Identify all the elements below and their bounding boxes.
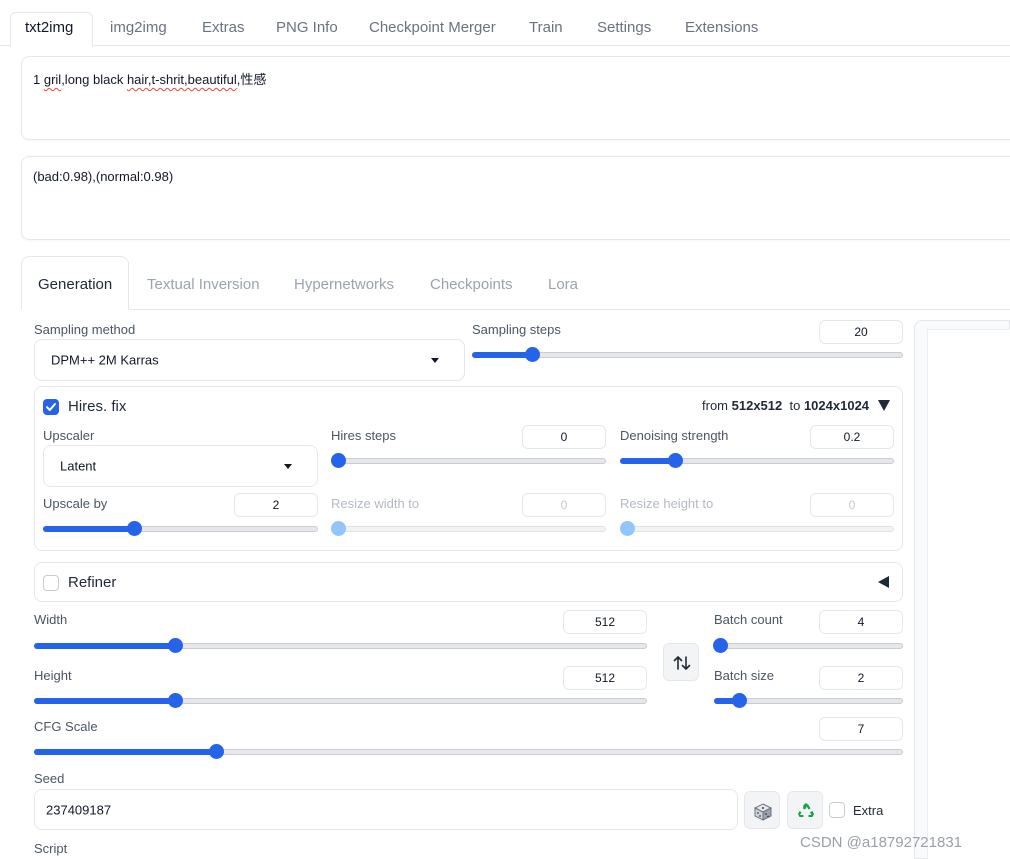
tab-settings[interactable]: Settings — [597, 19, 651, 36]
check-icon — [46, 403, 56, 411]
refiner-checkbox[interactable] — [43, 575, 59, 591]
output-gallery — [927, 329, 1010, 859]
prompt-textarea[interactable]: 1 gril,long black hair,t-shrit,beautiful… — [21, 56, 1010, 140]
script-label: Script — [34, 841, 68, 856]
upscale-by-input[interactable]: 2 — [234, 493, 318, 517]
swap-dimensions-button[interactable] — [663, 643, 699, 681]
resize-height-label: Resize height to — [620, 496, 714, 511]
tab-checkpoint-merger[interactable]: Checkpoint Merger — [369, 19, 496, 36]
batch-count-slider[interactable] — [712, 638, 903, 654]
cfg-scale-label: CFG Scale — [34, 719, 98, 734]
slider-thumb[interactable] — [167, 638, 183, 653]
batch-size-slider[interactable] — [714, 693, 903, 709]
resize-width-slider[interactable] — [331, 521, 606, 537]
tab-txt2img[interactable]: txt2img — [25, 19, 73, 36]
refiner-label: Refiner — [68, 574, 117, 591]
resize-height-slider[interactable] — [620, 521, 894, 537]
negative-prompt-text: (bad:0.98),(normal:0.98) — [33, 169, 174, 184]
negative-prompt-textarea[interactable]: (bad:0.98),(normal:0.98) — [21, 156, 1010, 240]
slider-thumb[interactable] — [712, 638, 728, 653]
upscaler-label: Upscaler — [43, 428, 95, 443]
height-input[interactable]: 512 — [563, 666, 647, 690]
denoising-strength-label: Denoising strength — [620, 428, 729, 443]
batch-count-input[interactable]: 4 — [819, 610, 903, 634]
sampling-steps-input[interactable]: 20 — [819, 320, 903, 344]
cfg-scale-slider[interactable] — [34, 744, 903, 760]
upscale-by-label: Upscale by — [43, 496, 108, 511]
hires-steps-label: Hires steps — [331, 428, 397, 443]
tab-hypernetworks[interactable]: Hypernetworks — [294, 276, 394, 293]
slider-thumb[interactable] — [209, 744, 225, 759]
hires-resolution-summary: from 512x512 to 1024x1024 — [702, 398, 870, 413]
watermark: CSDN @a18792721831 — [800, 834, 963, 851]
hires-steps-input[interactable]: 0 — [522, 425, 606, 449]
tab-img2img[interactable]: img2img — [110, 19, 167, 36]
tab-textual-inversion[interactable]: Textual Inversion — [147, 276, 260, 293]
prompt-text: 1 gril,long black hair,t-shrit,beautiful… — [33, 72, 267, 87]
extra-seed-label: Extra — [853, 803, 884, 818]
denoising-strength-slider[interactable] — [620, 453, 894, 469]
triangle-left-icon[interactable] — [878, 576, 889, 588]
resize-width-input[interactable]: 0 — [522, 493, 606, 517]
slider-thumb[interactable] — [167, 693, 183, 708]
tab-generation[interactable]: Generation — [38, 276, 112, 293]
extra-seed-checkbox[interactable] — [829, 802, 845, 818]
tab-checkpoints[interactable]: Checkpoints — [430, 276, 513, 293]
tab-extras[interactable]: Extras — [202, 19, 245, 36]
refiner-panel[interactable] — [34, 562, 903, 602]
slider-thumb[interactable] — [731, 693, 747, 708]
output-gallery-panel — [914, 320, 1010, 859]
denoising-strength-input[interactable]: 0.2 — [810, 425, 894, 449]
triangle-down-icon[interactable] — [878, 400, 890, 411]
tab-lora[interactable]: Lora — [548, 276, 578, 293]
caret-down-icon — [284, 464, 292, 469]
sampling-steps-label: Sampling steps — [472, 322, 561, 337]
slider-thumb[interactable] — [331, 453, 346, 468]
reuse-seed-button[interactable] — [787, 791, 823, 829]
gen-tab-bar — [21, 309, 1010, 310]
random-seed-button[interactable] — [744, 791, 780, 829]
hires-fix-label: Hires. fix — [68, 398, 127, 415]
seed-value: 237409187 — [46, 802, 112, 817]
height-label: Height — [34, 668, 72, 683]
hires-steps-slider[interactable] — [331, 453, 606, 469]
cfg-scale-input[interactable]: 7 — [819, 717, 903, 741]
upscale-by-slider[interactable] — [43, 521, 318, 537]
sampling-method-value: DPM++ 2M Karras — [51, 352, 159, 368]
slider-thumb[interactable] — [525, 347, 541, 362]
upscaler-value: Latent — [60, 458, 97, 474]
tab-train[interactable]: Train — [529, 19, 563, 36]
upscaler-dropdown[interactable]: Latent — [43, 445, 318, 487]
dice-icon — [753, 803, 773, 821]
seed-label: Seed — [34, 771, 65, 786]
recycle-icon — [798, 803, 814, 817]
slider-thumb[interactable] — [331, 521, 346, 536]
width-label: Width — [34, 612, 68, 627]
slider-thumb[interactable] — [126, 521, 142, 536]
batch-size-label: Batch size — [714, 668, 774, 683]
slider-thumb[interactable] — [667, 453, 683, 468]
height-slider[interactable] — [34, 693, 647, 709]
sampling-method-label: Sampling method — [34, 322, 136, 337]
resize-width-label: Resize width to — [331, 496, 420, 511]
swap-icon — [673, 656, 691, 670]
hires-fix-checkbox[interactable] — [43, 399, 59, 415]
seed-input[interactable]: 237409187 — [34, 789, 738, 830]
tab-png-info[interactable]: PNG Info — [276, 19, 338, 36]
sampling-steps-slider[interactable] — [472, 347, 903, 363]
resize-height-input[interactable]: 0 — [810, 493, 894, 517]
width-slider[interactable] — [34, 638, 647, 654]
sampling-method-dropdown[interactable]: DPM++ 2M Karras — [34, 339, 465, 381]
batch-count-label: Batch count — [714, 612, 783, 627]
tab-extensions[interactable]: Extensions — [685, 19, 758, 36]
caret-down-icon — [431, 358, 439, 363]
width-input[interactable]: 512 — [563, 610, 647, 634]
slider-thumb[interactable] — [620, 521, 635, 536]
batch-size-input[interactable]: 2 — [819, 666, 903, 690]
